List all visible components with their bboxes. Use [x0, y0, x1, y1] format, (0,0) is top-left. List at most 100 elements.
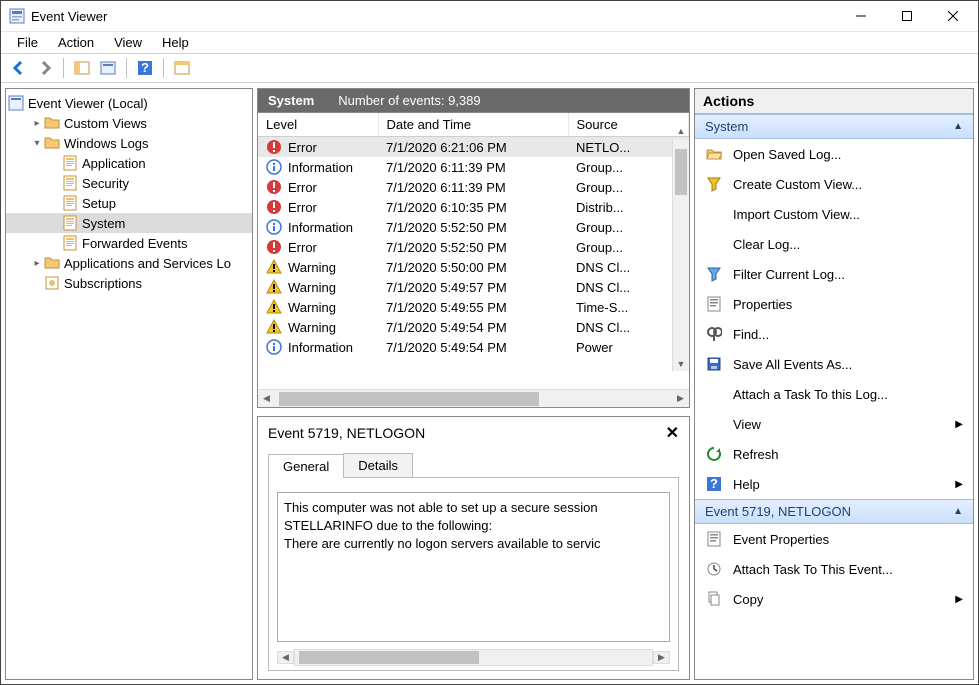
tree-item-applications-and-services-lo[interactable]: ▸Applications and Services Lo — [6, 253, 252, 273]
err-icon — [266, 239, 282, 255]
action-find[interactable]: Find... — [695, 319, 973, 349]
action-copy[interactable]: Copy▶ — [695, 584, 973, 614]
event-row[interactable]: Information7/1/2020 5:49:54 PMPower — [258, 337, 689, 357]
submenu-arrow-icon: ▶ — [955, 594, 963, 605]
action-save-all-events-as[interactable]: Save All Events As... — [695, 349, 973, 379]
event-row[interactable]: Error7/1/2020 6:21:06 PMNETLO... — [258, 137, 689, 158]
detail-title: Event 5719, NETLOGON — [268, 425, 425, 441]
scroll-thumb[interactable] — [675, 149, 687, 195]
tab-details[interactable]: Details — [343, 453, 413, 477]
action-help[interactable]: ?Help▶ — [695, 469, 973, 499]
col-level[interactable]: Level — [258, 113, 378, 137]
tree-toggle-icon[interactable]: ▸ — [30, 116, 44, 130]
titlebar: Event Viewer — [1, 1, 978, 31]
event-list: Level Date and Time Source Error7/1/2020… — [257, 113, 690, 408]
event-level: Error — [288, 180, 317, 195]
actions-group-system[interactable]: System ▲ — [695, 114, 973, 139]
scroll-right-icon[interactable]: ▶ — [672, 393, 689, 404]
action-open-saved-log[interactable]: Open Saved Log... — [695, 139, 973, 169]
event-row[interactable]: Information7/1/2020 6:11:39 PMGroup... — [258, 157, 689, 177]
tree-toggle-icon[interactable]: ▾ — [30, 136, 44, 150]
event-level: Information — [288, 220, 353, 235]
help-icon: ? — [705, 475, 723, 493]
hscroll-thumb[interactable] — [299, 651, 479, 664]
tree-toggle-icon[interactable]: ▸ — [30, 256, 44, 270]
event-row[interactable]: Error7/1/2020 5:52:50 PMGroup... — [258, 237, 689, 257]
back-button[interactable] — [7, 56, 31, 80]
scroll-right-icon[interactable]: ▶ — [653, 651, 670, 664]
action-import-custom-view[interactable]: Import Custom View... — [695, 199, 973, 229]
detail-hscroll[interactable]: ◀ ▶ — [277, 648, 670, 666]
action-attach-a-task-to-this-log[interactable]: Attach a Task To this Log... — [695, 379, 973, 409]
scroll-up-icon[interactable]: ▲ — [673, 122, 689, 139]
warn-icon — [266, 279, 282, 295]
action-refresh[interactable]: Refresh — [695, 439, 973, 469]
event-row[interactable]: Information7/1/2020 5:52:50 PMGroup... — [258, 217, 689, 237]
events-vscroll[interactable]: ▲ ▼ — [672, 139, 689, 371]
maximize-button[interactable] — [884, 1, 930, 31]
properties-button[interactable] — [96, 56, 120, 80]
show-tree-button[interactable] — [70, 56, 94, 80]
tree-item-setup[interactable]: Setup — [6, 193, 252, 213]
minimize-button[interactable] — [838, 1, 884, 31]
window-title: Event Viewer — [31, 9, 838, 24]
preview-button[interactable] — [170, 56, 194, 80]
forward-button[interactable] — [33, 56, 57, 80]
scroll-left-icon[interactable]: ◀ — [258, 393, 275, 404]
event-source: DNS Cl... — [568, 257, 689, 277]
tree-item-label: Subscriptions — [64, 276, 142, 291]
action-filter-current-log[interactable]: Filter Current Log... — [695, 259, 973, 289]
menu-action[interactable]: Action — [48, 33, 104, 52]
tree-pane[interactable]: Event Viewer (Local) ▸Custom Views▾Windo… — [5, 88, 253, 680]
col-date[interactable]: Date and Time — [378, 113, 568, 137]
menu-help[interactable]: Help — [152, 33, 199, 52]
tree-item-label: Security — [82, 176, 129, 191]
event-row[interactable]: Warning7/1/2020 5:49:54 PMDNS Cl... — [258, 317, 689, 337]
tree-toggle-icon — [48, 216, 62, 230]
props-icon — [705, 295, 723, 313]
tree-item-application[interactable]: Application — [6, 153, 252, 173]
separator — [126, 58, 127, 78]
event-level: Error — [288, 240, 317, 255]
log-icon — [62, 215, 78, 231]
event-row[interactable]: Warning7/1/2020 5:49:55 PMTime-S... — [258, 297, 689, 317]
scroll-left-icon[interactable]: ◀ — [277, 651, 294, 664]
props-icon — [705, 530, 723, 548]
event-row[interactable]: Warning7/1/2020 5:50:00 PMDNS Cl... — [258, 257, 689, 277]
event-detail: Event 5719, NETLOGON ✕ General Details T… — [257, 416, 690, 680]
action-view[interactable]: View▶ — [695, 409, 973, 439]
tree-item-forwarded-events[interactable]: Forwarded Events — [6, 233, 252, 253]
col-source[interactable]: Source — [568, 113, 689, 137]
tab-general[interactable]: General — [268, 454, 344, 478]
detail-close-button[interactable]: ✕ — [666, 423, 679, 443]
tree-item-custom-views[interactable]: ▸Custom Views — [6, 113, 252, 133]
help-button[interactable]: ? — [133, 56, 157, 80]
tree-item-windows-logs[interactable]: ▾Windows Logs — [6, 133, 252, 153]
action-label: Open Saved Log... — [733, 147, 963, 162]
actions-group-event[interactable]: Event 5719, NETLOGON ▲ — [695, 499, 973, 524]
event-source: Time-S... — [568, 297, 689, 317]
folder-icon — [44, 115, 60, 131]
close-button[interactable] — [930, 1, 976, 31]
tree-item-security[interactable]: Security — [6, 173, 252, 193]
event-row[interactable]: Error7/1/2020 6:10:35 PMDistrib... — [258, 197, 689, 217]
action-clear-log[interactable]: Clear Log... — [695, 229, 973, 259]
action-event-properties[interactable]: Event Properties — [695, 524, 973, 554]
tree-item-label: Forwarded Events — [82, 236, 188, 251]
folder-icon — [44, 255, 60, 271]
menu-view[interactable]: View — [104, 33, 152, 52]
hscroll-thumb[interactable] — [279, 392, 539, 406]
tree-item-system[interactable]: System — [6, 213, 252, 233]
scroll-down-icon[interactable]: ▼ — [673, 355, 689, 372]
event-row[interactable]: Warning7/1/2020 5:49:57 PMDNS Cl... — [258, 277, 689, 297]
event-source: Group... — [568, 217, 689, 237]
action-create-custom-view[interactable]: Create Custom View... — [695, 169, 973, 199]
event-level: Warning — [288, 260, 336, 275]
tree-item-subscriptions[interactable]: Subscriptions — [6, 273, 252, 293]
menu-file[interactable]: File — [7, 33, 48, 52]
events-hscroll[interactable]: ◀ ▶ — [258, 389, 689, 407]
action-attach-task-to-this-event[interactable]: Attach Task To This Event... — [695, 554, 973, 584]
action-properties[interactable]: Properties — [695, 289, 973, 319]
event-row[interactable]: Error7/1/2020 6:11:39 PMGroup... — [258, 177, 689, 197]
tree-root[interactable]: Event Viewer (Local) — [6, 93, 252, 113]
